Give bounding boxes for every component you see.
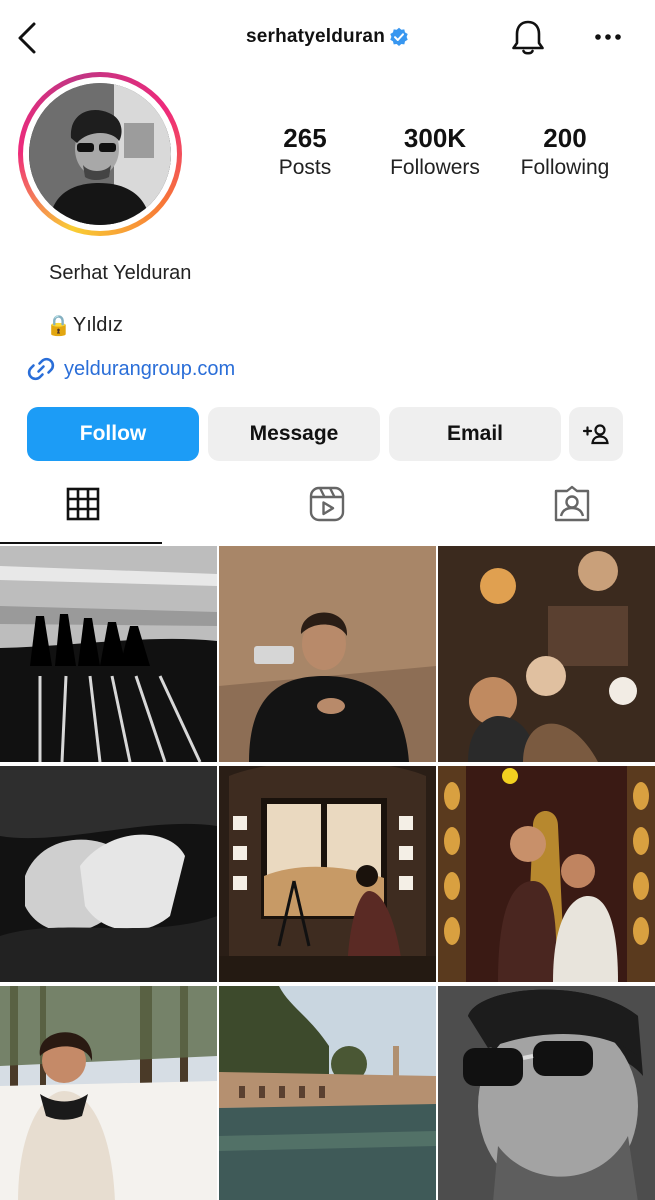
post-image <box>438 986 655 1200</box>
add-user-icon <box>582 424 609 445</box>
post-thumbnail[interactable] <box>219 986 436 1200</box>
follow-button[interactable]: Follow <box>27 407 199 461</box>
active-tab-indicator <box>0 542 162 544</box>
stat-value: 200 <box>543 123 587 153</box>
post-thumbnail[interactable] <box>0 766 217 982</box>
post-image <box>0 546 217 762</box>
post-thumbnail[interactable] <box>438 546 655 762</box>
stat-value: 265 <box>283 123 327 153</box>
post-image <box>219 986 436 1200</box>
profile-link[interactable]: yeldurangroup.com <box>26 354 235 384</box>
post-thumbnail[interactable] <box>438 986 655 1200</box>
suggest-users-button[interactable] <box>569 407 623 461</box>
post-thumbnail[interactable] <box>0 546 217 762</box>
lock-emoji: 🔒 <box>46 315 71 337</box>
post-image <box>219 766 436 982</box>
more-horizontal-icon <box>595 34 621 40</box>
post-thumbnail[interactable] <box>219 546 436 762</box>
grid-icon <box>66 487 100 521</box>
top-bar: serhatyelduran <box>0 0 655 80</box>
profile-tabs <box>0 470 655 544</box>
username-header: serhatyelduran <box>0 26 655 48</box>
message-button[interactable]: Message <box>208 407 380 461</box>
post-thumbnail[interactable] <box>438 766 655 982</box>
posts-grid <box>0 546 655 1200</box>
tab-tagged[interactable] <box>550 482 594 526</box>
reels-icon <box>309 486 345 522</box>
stat-following[interactable]: 200 Following <box>500 122 630 192</box>
link-icon <box>27 357 55 381</box>
post-image <box>0 766 217 982</box>
full-name: Serhat Yelduran <box>49 262 192 284</box>
link-text[interactable]: yeldurangroup.com <box>64 358 235 381</box>
email-button[interactable]: Email <box>389 407 561 461</box>
stat-label: Posts <box>278 156 332 179</box>
profile-stats: 265 Posts 300K Followers 200 Following <box>240 122 630 192</box>
post-thumbnail[interactable] <box>219 766 436 982</box>
username: serhatyelduran <box>245 26 386 47</box>
stat-value: 300K <box>403 123 467 153</box>
post-image <box>438 766 655 982</box>
avatar-photo <box>29 83 171 225</box>
post-image <box>0 986 217 1200</box>
post-image <box>219 546 436 762</box>
tab-reels[interactable] <box>305 482 349 526</box>
story-ring[interactable] <box>18 72 182 236</box>
post-thumbnail[interactable] <box>0 986 217 1200</box>
bio-text: Yıldız <box>72 314 123 336</box>
avatar <box>29 83 171 225</box>
stat-label: Following <box>520 156 610 179</box>
verified-badge-icon <box>390 27 408 46</box>
stat-label: Followers <box>390 156 480 179</box>
notifications-button[interactable] <box>506 16 550 60</box>
stat-followers[interactable]: 300K Followers <box>370 122 500 192</box>
bell-icon <box>512 20 544 55</box>
tagged-icon <box>554 485 590 522</box>
tab-posts[interactable] <box>61 482 105 526</box>
bio: 🔒 Yıldız <box>46 313 123 338</box>
stat-posts[interactable]: 265 Posts <box>240 122 370 192</box>
post-image <box>438 546 655 762</box>
more-options-button[interactable] <box>586 20 630 54</box>
